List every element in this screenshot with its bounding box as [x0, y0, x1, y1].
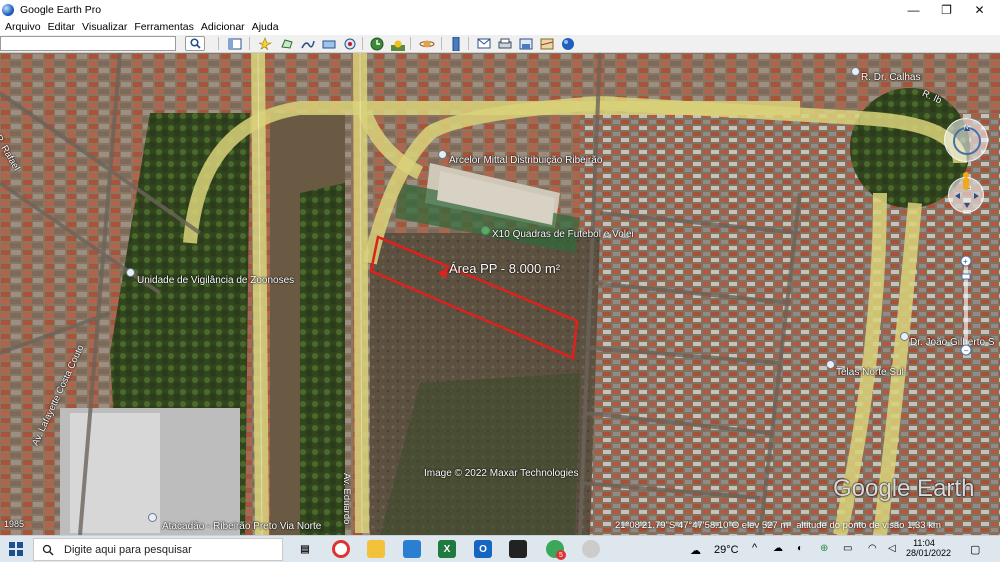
menu-adicionar[interactable]: Adicionar [201, 21, 245, 33]
menu-ferramentas[interactable]: Ferramentas [134, 21, 194, 33]
sidebar-icon[interactable] [226, 36, 243, 51]
toolbar-separator [218, 37, 219, 50]
clock[interactable]: 11:04 28/01/2022 [906, 538, 952, 558]
google-earth-icon [2, 3, 14, 16]
sun-icon[interactable] [389, 36, 406, 51]
toolbar-separator [249, 37, 250, 50]
placemark-icon[interactable] [256, 36, 273, 51]
google-earth-watermark: Google Earth [833, 475, 975, 502]
pin-icon[interactable] [826, 360, 835, 369]
street-view-pegman-icon[interactable] [960, 171, 972, 195]
taskbar: Digite aqui para pesquisar ▤ X O 5 ☁ 29°… [0, 535, 1000, 562]
print-icon[interactable] [496, 36, 513, 51]
place-label[interactable]: Unidade de Vigilância de Zoonoses [137, 275, 294, 286]
excel-icon[interactable]: X [438, 540, 456, 558]
place-label[interactable]: R. Dr. Calhas [861, 72, 920, 83]
pin-icon[interactable] [148, 513, 157, 522]
file-explorer-icon[interactable] [367, 540, 385, 558]
window-title: Google Earth Pro [20, 3, 102, 16]
google-earth-taskbar-icon[interactable] [582, 540, 600, 558]
map-view[interactable]: Arcelor Mittal Distribuição Ribeirão X10… [0, 53, 1000, 535]
close-button[interactable]: ✕ [963, 0, 996, 19]
look-control[interactable]: N [944, 118, 988, 162]
menu-ajuda[interactable]: Ajuda [252, 21, 279, 33]
clock-time: 11:04 [913, 538, 935, 548]
pin-icon[interactable] [481, 226, 490, 235]
taskbar-search[interactable]: Digite aqui para pesquisar [33, 538, 283, 561]
coordinates-readout: 21°08'21.79"S 47°47'58.10"O elev 527 m [615, 520, 789, 531]
toolbar [0, 35, 1000, 53]
search-icon [189, 38, 201, 49]
compass-icon: N [953, 125, 981, 155]
security-icon[interactable]: ⊕ [820, 543, 828, 554]
save-image-icon[interactable] [517, 36, 534, 51]
place-label[interactable]: Dr. João Gilberto S [910, 337, 994, 348]
search-input[interactable] [0, 36, 176, 51]
maximize-button[interactable]: ❐ [930, 0, 963, 19]
onedrive-icon[interactable]: ☁ [773, 543, 783, 554]
eye-altitude-readout: altitude do ponto de visão 1,33 km [796, 520, 941, 531]
pin-icon[interactable] [900, 332, 909, 341]
status-coordinates: 21°08'21.79"S 47°47'58.10"O elev 527 m a… [615, 520, 941, 531]
menu-arquivo[interactable]: Arquivo [5, 21, 41, 33]
tray-chevron-icon[interactable]: ^ [752, 542, 757, 554]
taskbar-search-placeholder: Digite aqui para pesquisar [64, 543, 192, 556]
satellite-imagery [0, 53, 1000, 535]
wifi-icon[interactable]: ◠ [868, 543, 877, 554]
notifications-icon[interactable]: ▢ [970, 543, 980, 556]
pin-icon[interactable] [126, 268, 135, 277]
app-icon[interactable] [509, 540, 527, 558]
chrome-icon[interactable] [332, 540, 350, 558]
weather-icon[interactable]: ☁ [690, 544, 701, 557]
menu-visualizar[interactable]: Visualizar [82, 21, 127, 33]
imagery-attribution: Image © 2022 Maxar Technologies [424, 468, 579, 479]
polygon-icon[interactable] [278, 36, 295, 51]
historical-imagery-icon[interactable] [368, 36, 385, 51]
toolbar-separator [441, 37, 442, 50]
place-label[interactable]: Atacadão - Ribeirão Preto Via Norte [162, 521, 321, 532]
earth-icon[interactable] [559, 36, 576, 51]
overlay-icon[interactable] [320, 36, 337, 51]
search-button[interactable] [185, 36, 205, 51]
pin-icon[interactable] [851, 67, 860, 76]
polygon-label[interactable]: Área PP - 8.000 m² [449, 261, 560, 276]
store-icon[interactable] [403, 540, 421, 558]
weather-temp[interactable]: 29°C [714, 544, 739, 556]
search-icon [42, 544, 54, 555]
windows-start-icon[interactable] [9, 542, 23, 559]
street-label: Av. Eduardo [341, 473, 352, 525]
outlook-icon[interactable]: O [474, 540, 492, 558]
tray-app-icon[interactable]: ◐ [797, 543, 803, 554]
imagery-year: 1985 [4, 519, 25, 529]
tray-app-icon-2[interactable]: ▭ [843, 543, 852, 554]
menu-bar: Arquivo Editar Visualizar Ferramentas Ad… [0, 19, 1000, 35]
title-bar: Google Earth Pro — ❐ ✕ [0, 0, 1000, 19]
email-icon[interactable] [475, 36, 492, 51]
svg-text:N: N [964, 125, 968, 131]
zoom-slider[interactable]: + – [959, 256, 973, 356]
path-icon[interactable] [299, 36, 316, 51]
toolbar-separator [468, 37, 469, 50]
pin-icon[interactable] [438, 150, 447, 159]
menu-editar[interactable]: Editar [48, 21, 75, 33]
place-label[interactable]: X10 Quadras de Futebol e Volei [492, 229, 634, 240]
toolbar-separator [362, 37, 363, 50]
ruler-icon[interactable] [447, 36, 464, 51]
toolbar-separator [410, 37, 411, 50]
minimize-button[interactable]: — [897, 0, 930, 19]
task-view-icon[interactable]: ▤ [296, 540, 314, 558]
svg-text:–: – [964, 346, 969, 355]
svg-text:+: + [963, 257, 968, 266]
volume-icon[interactable]: ◁ [888, 543, 896, 554]
place-label[interactable]: Telas Norte Sul [836, 367, 904, 378]
place-label[interactable]: Arcelor Mittal Distribuição Ribeirão [449, 155, 602, 166]
map-icon[interactable] [538, 36, 555, 51]
clock-date: 28/01/2022 [906, 548, 952, 558]
zoom-slider-track: + – [960, 256, 972, 356]
planets-icon[interactable] [418, 36, 435, 51]
record-tour-icon[interactable] [341, 36, 358, 51]
notification-badge: 5 [556, 550, 566, 560]
